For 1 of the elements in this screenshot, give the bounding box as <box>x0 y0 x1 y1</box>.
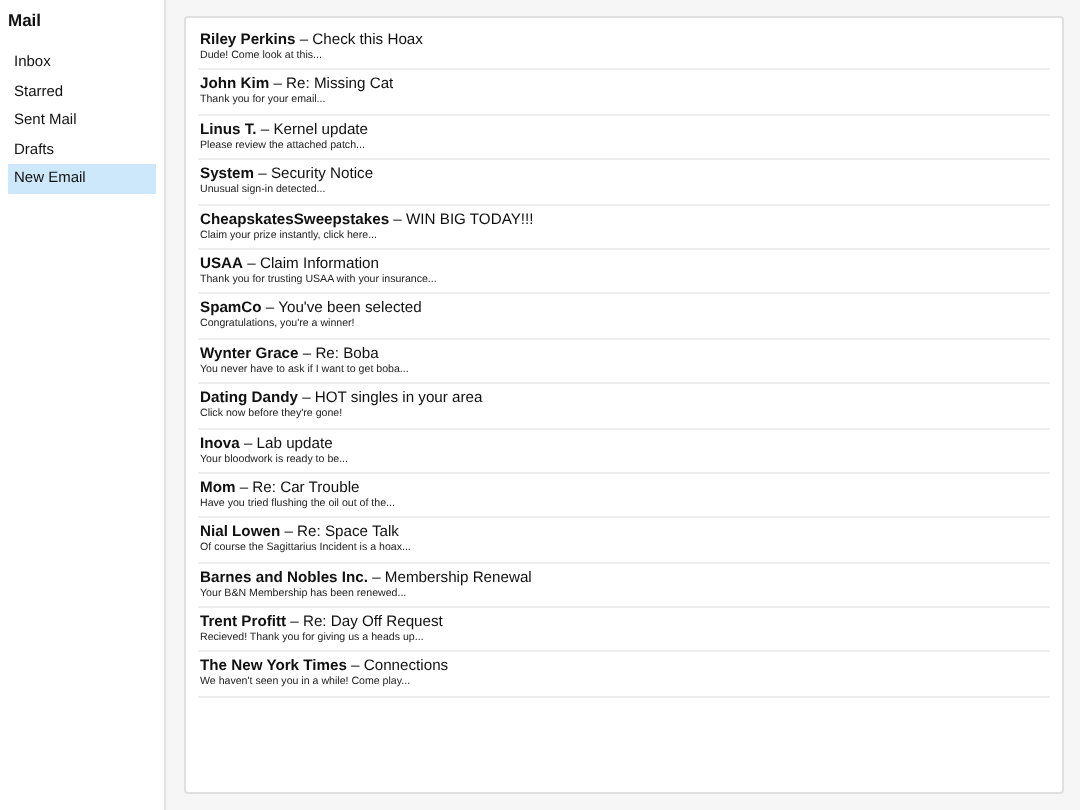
app-title: Mail <box>8 8 44 34</box>
